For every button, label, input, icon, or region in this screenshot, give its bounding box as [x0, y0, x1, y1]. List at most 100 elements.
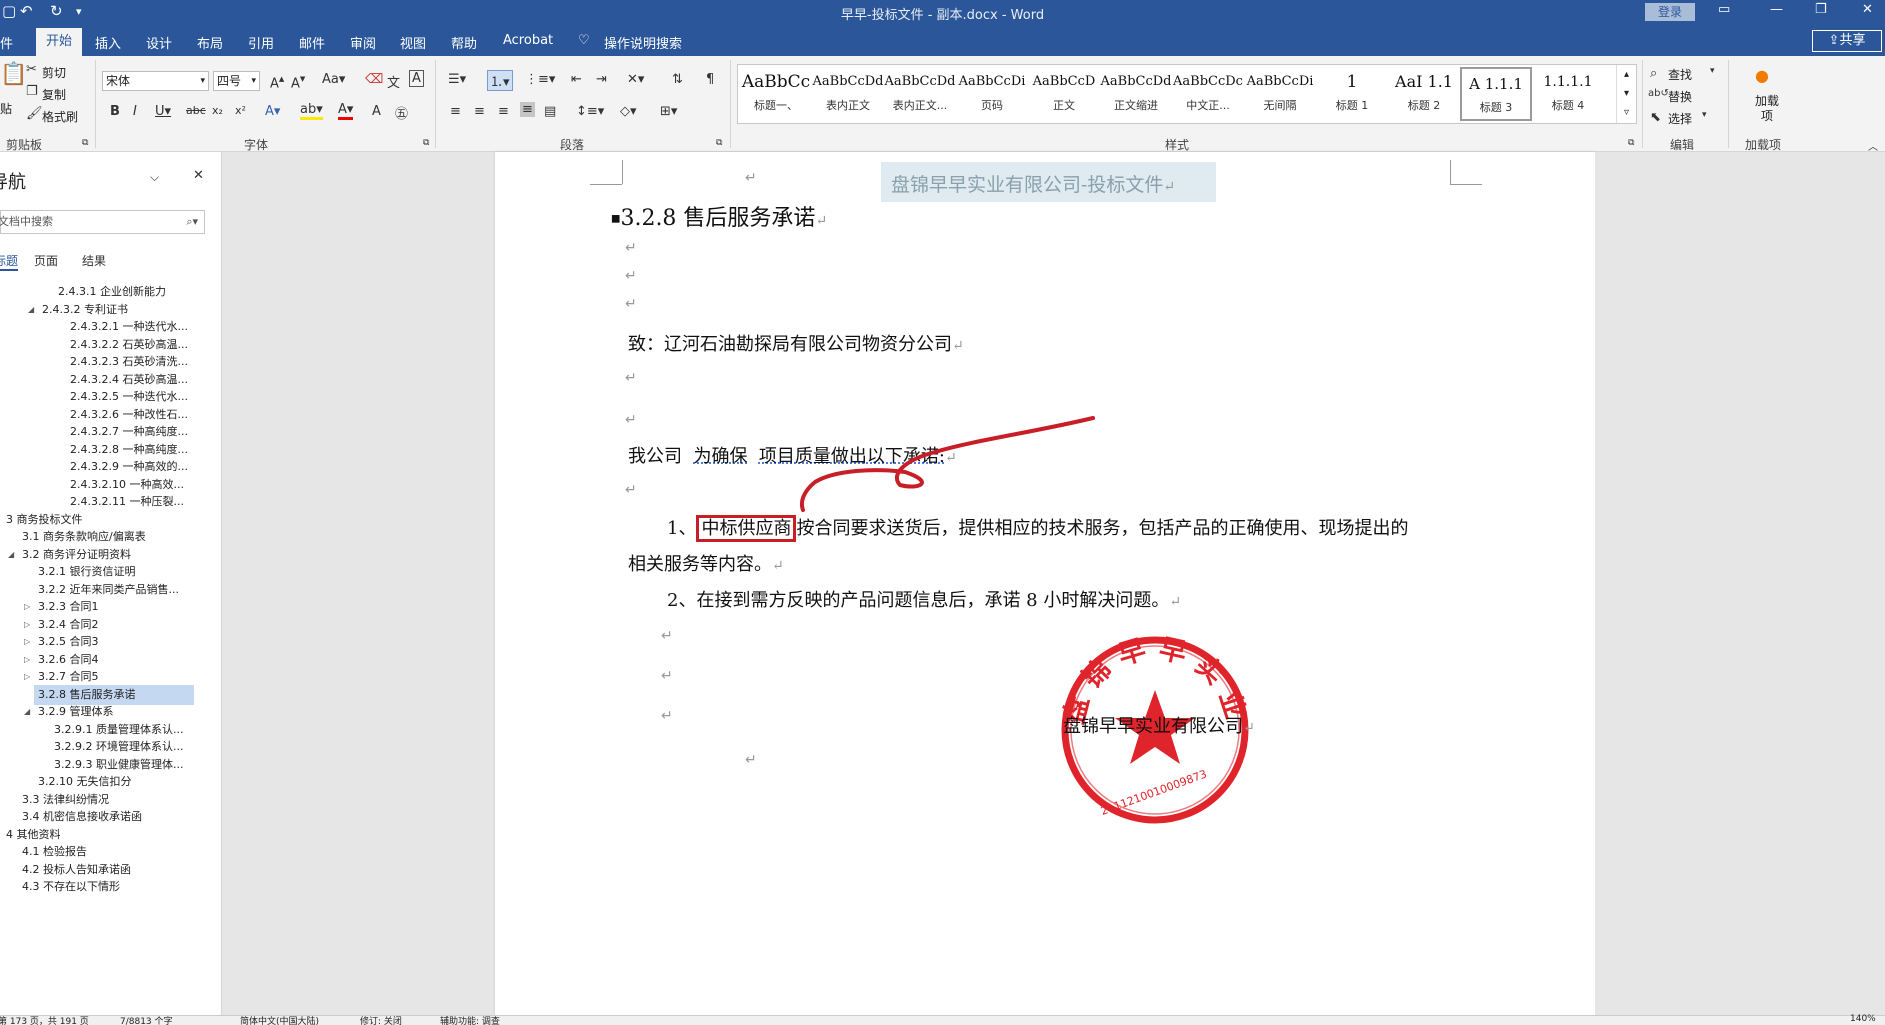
highlight-icon[interactable]: ab▾: [300, 102, 323, 120]
chevron-down-icon[interactable]: ▾: [1702, 110, 1707, 120]
language[interactable]: 简体中文(中国大陆): [240, 1014, 319, 1025]
style-item[interactable]: AaBbCc 标题一、: [740, 67, 812, 121]
style-item[interactable]: AaBbCcDd 表内正文...: [884, 67, 956, 121]
tab-review[interactable]: 审阅: [350, 33, 376, 52]
tab-design[interactable]: 设计: [146, 33, 172, 52]
justify-icon[interactable]: ≡: [520, 102, 535, 117]
expand-icon[interactable]: ▷: [24, 672, 30, 681]
phonetic-guide-icon[interactable]: 文: [387, 72, 400, 91]
tab-help[interactable]: 帮助: [451, 33, 477, 52]
chevron-down-icon[interactable]: ▾: [1710, 66, 1715, 76]
format-painter-button[interactable]: 格式刷: [42, 108, 78, 125]
style-item[interactable]: AaBbCcDc 中文正...: [1172, 67, 1244, 121]
nav-heading-item[interactable]: 2.4.3.2.11 一种压裂...: [70, 492, 184, 512]
cut-button[interactable]: 剪切: [42, 64, 66, 81]
decrease-indent-icon[interactable]: ⇤: [571, 72, 582, 87]
font-launcher-icon[interactable]: ⧉: [423, 138, 429, 148]
style-item[interactable]: AaBbCcDd 正文缩进: [1100, 67, 1172, 121]
styles-launcher-icon[interactable]: ⧉: [1628, 138, 1634, 148]
nav-tab-results[interactable]: 结果: [82, 252, 106, 269]
clipboard-launcher-icon[interactable]: ⧉: [82, 138, 88, 148]
word-count[interactable]: 7/8813 个字: [120, 1014, 173, 1025]
style-item[interactable]: AaBbCcDd 表内正文: [812, 67, 884, 121]
replace-button[interactable]: 替换: [1668, 88, 1692, 105]
bold-icon[interactable]: B: [110, 104, 120, 119]
distributed-icon[interactable]: ▤: [544, 104, 556, 119]
numbering-icon[interactable]: ⒈▾: [487, 70, 513, 91]
tab-layout[interactable]: 布局: [197, 33, 223, 52]
expand-icon[interactable]: ▷: [24, 655, 30, 664]
style-item[interactable]: A 1.1.1 标题 3: [1460, 67, 1532, 121]
search-icon[interactable]: ⌕▾: [186, 211, 198, 233]
tab-acrobat[interactable]: Acrobat: [503, 33, 553, 48]
sort-icon[interactable]: ⇅: [672, 72, 683, 87]
strikethrough-icon[interactable]: abc: [186, 104, 206, 117]
borders-icon[interactable]: ⊞▾: [660, 104, 677, 119]
superscript-icon[interactable]: x²: [235, 104, 246, 117]
page-count[interactable]: 第 173 页，共 191 页: [0, 1014, 89, 1025]
asian-layout-icon[interactable]: ✕▾: [627, 72, 644, 87]
character-shading-icon[interactable]: A: [372, 104, 381, 119]
bullets-icon[interactable]: ☰▾: [448, 72, 466, 87]
expand-icon[interactable]: ▷: [24, 602, 30, 611]
clear-formatting-icon[interactable]: ⌫: [365, 72, 383, 87]
collapse-icon[interactable]: ◢: [8, 550, 14, 559]
style-item[interactable]: AaBbCcDi 页码: [956, 67, 1028, 121]
copy-button[interactable]: 复制: [42, 86, 66, 103]
collapse-icon[interactable]: ◢: [24, 707, 30, 716]
increase-indent-icon[interactable]: ⇥: [596, 72, 607, 87]
document-page[interactable]: ↵ 盘锦早早实业有限公司-投标文件↵ ■3.2.8 售后服务承诺↵ ↵ ↵ ↵ …: [495, 152, 1595, 1015]
paste-label[interactable]: 贴: [0, 100, 12, 117]
enclose-character-icon[interactable]: ㊄: [395, 103, 408, 122]
font-size-combo[interactable]: 四号 ▾: [213, 71, 260, 91]
tab-mailings[interactable]: 邮件: [299, 33, 325, 52]
underline-icon[interactable]: U▾: [155, 104, 171, 119]
align-right-icon[interactable]: ≡: [498, 104, 509, 119]
track-changes[interactable]: 修订: 关闭: [360, 1014, 402, 1025]
collapse-icon[interactable]: ◢: [28, 305, 34, 314]
change-case-icon[interactable]: Aa▾: [322, 72, 345, 87]
nav-heading-item[interactable]: 4.3 不存在以下情形: [22, 877, 120, 897]
style-item[interactable]: AaBbCcD 正文: [1028, 67, 1100, 121]
text-effects-icon[interactable]: A▾: [265, 104, 280, 119]
expand-icon[interactable]: ▷: [24, 637, 30, 646]
align-center-icon[interactable]: ≡: [474, 104, 485, 119]
close-icon[interactable]: ✕: [193, 168, 204, 183]
show-marks-icon[interactable]: ¶: [706, 72, 714, 87]
tab-insert[interactable]: 插入: [95, 33, 121, 52]
nav-tab-pages[interactable]: 页面: [34, 252, 58, 269]
line-spacing-icon[interactable]: ↕≡▾: [576, 104, 604, 119]
addins-icon[interactable]: ●: [1755, 66, 1769, 85]
minimize-icon[interactable]: —: [1770, 2, 1783, 17]
shrink-font-icon[interactable]: A▾: [291, 72, 305, 91]
tell-me-search[interactable]: 操作说明搜索: [604, 33, 682, 52]
ribbon-display-icon[interactable]: ▭: [1718, 2, 1730, 17]
style-item[interactable]: 1.1.1.1 标题 4: [1532, 67, 1604, 121]
paragraph-launcher-icon[interactable]: ⧉: [716, 138, 722, 148]
expand-icon[interactable]: ▷: [24, 620, 30, 629]
restore-icon[interactable]: ❐: [1815, 2, 1827, 17]
find-button[interactable]: 查找: [1668, 66, 1692, 83]
tab-view[interactable]: 视图: [400, 33, 426, 52]
tab-home[interactable]: 开始: [36, 28, 82, 56]
font-color-icon[interactable]: A▾: [338, 102, 354, 120]
italic-icon[interactable]: I: [133, 104, 137, 119]
paste-icon[interactable]: 📋: [0, 62, 27, 87]
zoom-level[interactable]: 140%: [1850, 1014, 1876, 1024]
styles-scroll[interactable]: ▴ ▾ ▿: [1616, 65, 1636, 123]
tab-references[interactable]: 引用: [248, 33, 274, 52]
grow-font-icon[interactable]: A▴: [270, 72, 284, 91]
font-name-combo[interactable]: 宋体 ▾: [102, 71, 209, 91]
share-button[interactable]: ⇪共享: [1812, 30, 1882, 52]
style-item[interactable]: AaI 1.1 标题 2: [1388, 67, 1460, 121]
chevron-down-icon[interactable]: ⌵: [150, 170, 159, 185]
login-button[interactable]: 登录: [1645, 3, 1695, 21]
collapse-ribbon-icon[interactable]: ︿: [1868, 138, 1878, 153]
align-left-icon[interactable]: ≡: [450, 104, 461, 119]
character-border-icon[interactable]: A: [409, 70, 424, 87]
subscript-icon[interactable]: x₂: [212, 104, 223, 117]
nav-tab-headings[interactable]: 标题: [0, 252, 19, 271]
select-button[interactable]: 选择: [1668, 110, 1692, 127]
multilevel-list-icon[interactable]: ⋮≡▾: [525, 72, 555, 87]
addins-button[interactable]: 加载项: [1752, 94, 1782, 124]
